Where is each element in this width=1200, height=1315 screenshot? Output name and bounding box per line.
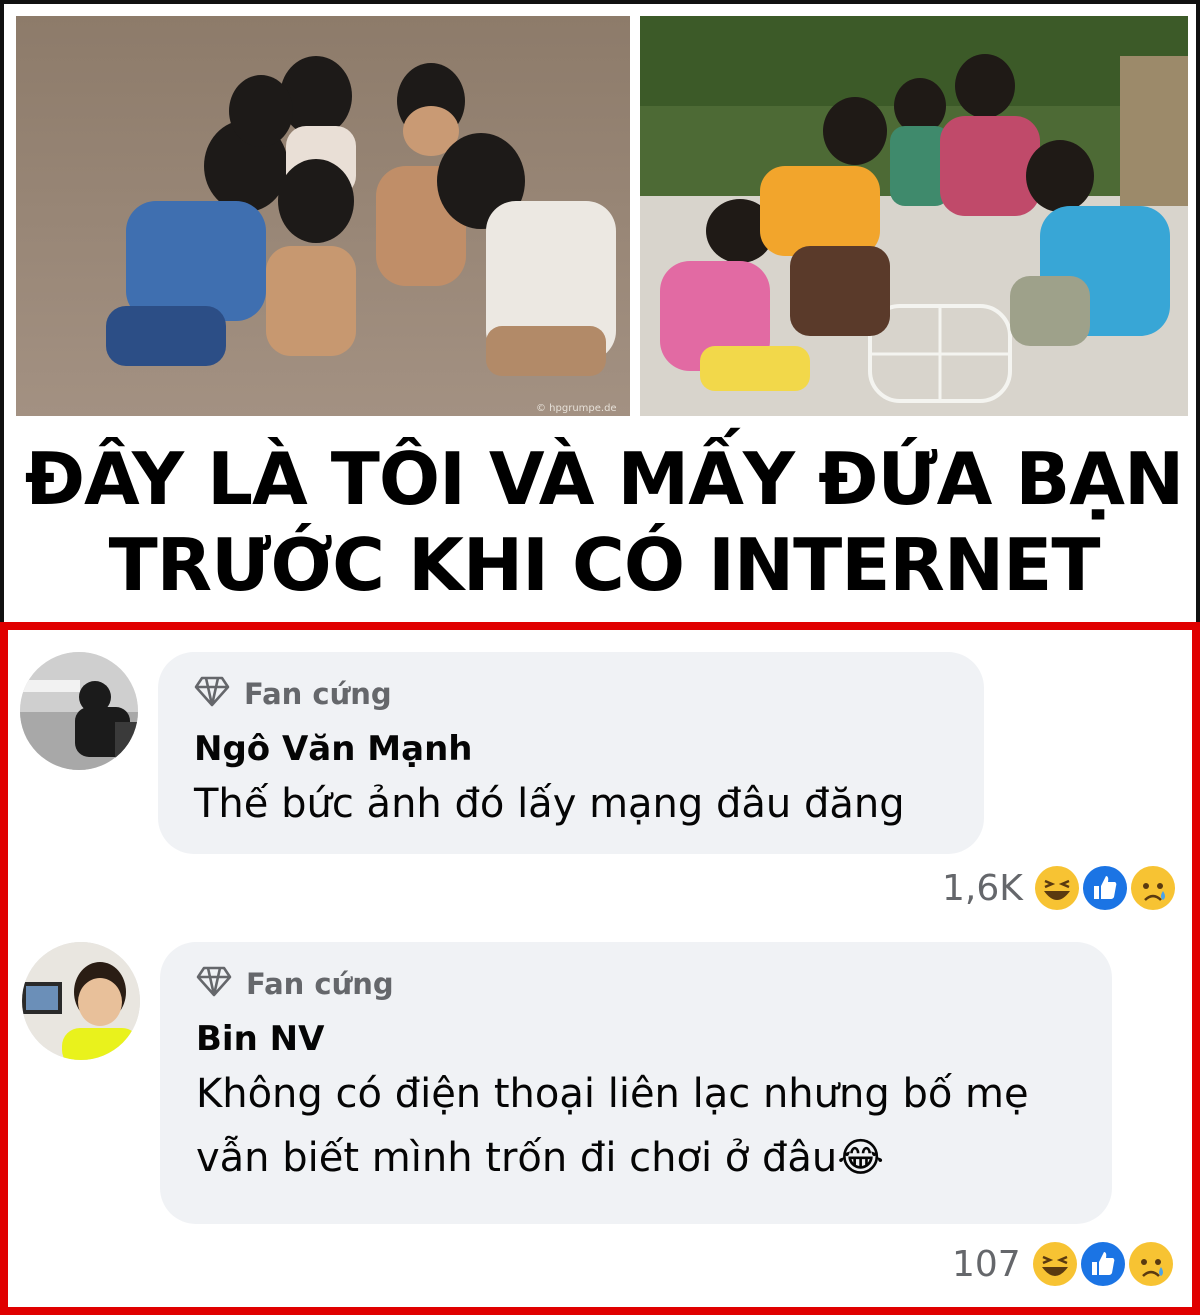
children-playing-photo-right (640, 16, 1188, 416)
badge-label: Fan cứng (246, 967, 394, 1001)
reaction-summary[interactable]: 1,6K (942, 862, 1179, 914)
comment-text: Thế bức ảnh đó lấy mạng đâu đăng (194, 781, 905, 827)
diamond-icon (194, 673, 230, 716)
meme-caption-line-1: ĐÂY LÀ TÔI VÀ MẤY ĐỨA BẠN (24, 437, 1185, 521)
comment-bubble: Fan cứng Ngô Văn Mạnh Thế bức ảnh đó lấy… (158, 652, 984, 854)
like-icon (1078, 862, 1131, 914)
reaction-count: 1,6K (942, 867, 1023, 909)
comment-text-line-2: vẫn biết mình trốn đi chơi ở đâu😂 (196, 1135, 884, 1181)
meme-caption: ĐÂY LÀ TÔI VÀ MẤY ĐỨA BẠN TRƯỚC KHI CÓ I… (4, 436, 1200, 608)
like-icon (1076, 1238, 1129, 1290)
meme-panel: © hpgrumpe.de ĐÂY LÀ TÔI VÀ MẤY ĐỨA BẠN … (0, 0, 1200, 622)
sad-icon (1124, 1238, 1177, 1290)
haha-icon (1028, 1238, 1081, 1290)
avatar[interactable] (20, 652, 138, 770)
top-fan-badge: Fan cứng (196, 964, 1076, 1004)
reaction-count: 107 (952, 1243, 1021, 1285)
diamond-icon (196, 963, 232, 1006)
reaction-summary[interactable]: 107 (952, 1238, 1177, 1290)
comment-author[interactable]: Ngô Văn Mạnh (194, 728, 948, 770)
top-fan-badge: Fan cứng (194, 674, 948, 714)
photo-credit: © hpgrumpe.de (536, 403, 617, 414)
badge-label: Fan cứng (244, 677, 392, 711)
comment-author[interactable]: Bin NV (196, 1018, 1076, 1060)
comment-text-line-1: Không có điện thoại liên lạc nhưng bố mẹ (196, 1071, 1029, 1117)
comment-text: Không có điện thoại liên lạc nhưng bố mẹ… (196, 1062, 1076, 1190)
meme-caption-line-2: TRƯỚC KHI CÓ INTERNET (108, 523, 1101, 607)
sad-icon (1126, 862, 1179, 914)
children-playing-photo-left: © hpgrumpe.de (16, 16, 630, 416)
avatar[interactable] (22, 942, 140, 1060)
comment-bubble: Fan cứng Bin NV Không có điện thoại liên… (160, 942, 1112, 1224)
haha-icon (1030, 862, 1083, 914)
